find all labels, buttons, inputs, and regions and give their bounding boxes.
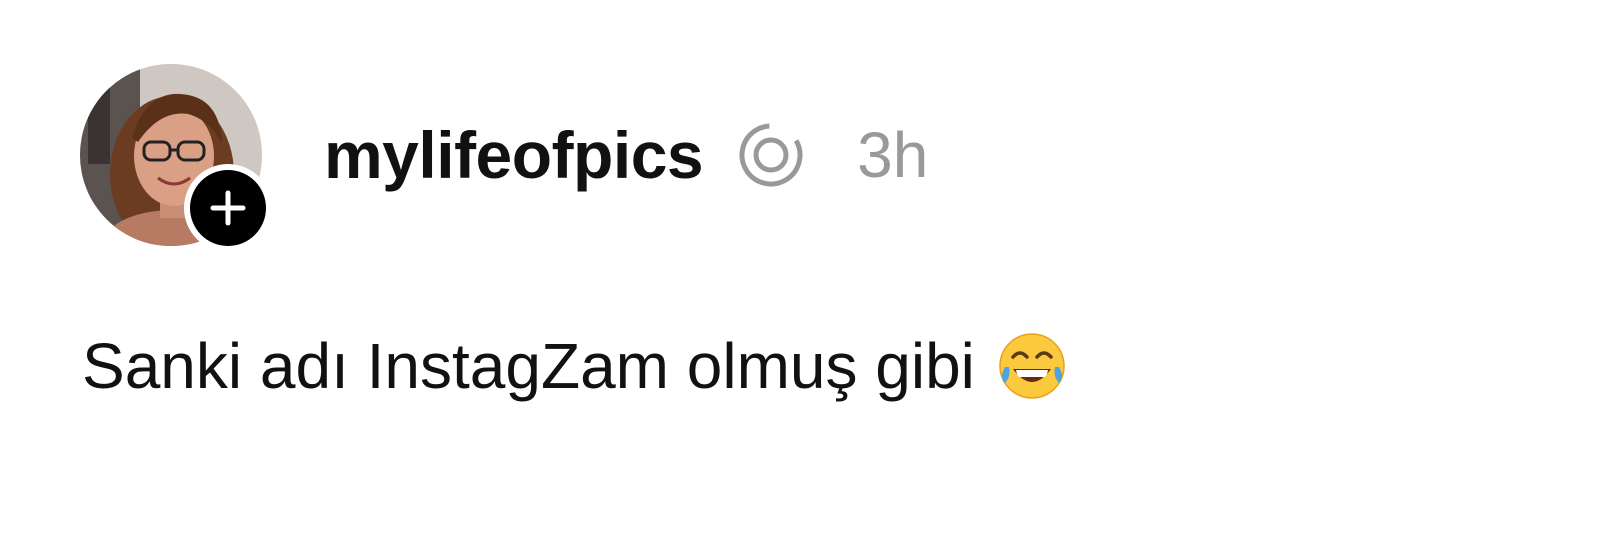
face-with-tears-of-joy-icon: [997, 331, 1067, 401]
username[interactable]: mylifeofpics: [324, 122, 704, 188]
comment-post: mylifeofpics 3h Sanki adı InstagZam olmu…: [0, 0, 1600, 533]
avatar-container: [80, 64, 272, 252]
follow-button[interactable]: [184, 164, 272, 252]
plus-icon: [210, 190, 246, 226]
threads-icon[interactable]: [737, 121, 805, 189]
follow-badge-circle: [190, 170, 266, 246]
comment-text: Sanki adı InstagZam olmuş gibi: [82, 330, 975, 402]
post-header: mylifeofpics 3h: [324, 110, 928, 200]
timestamp: 3h: [857, 119, 929, 191]
comment-body: Sanki adı InstagZam olmuş gibi: [82, 326, 1067, 406]
